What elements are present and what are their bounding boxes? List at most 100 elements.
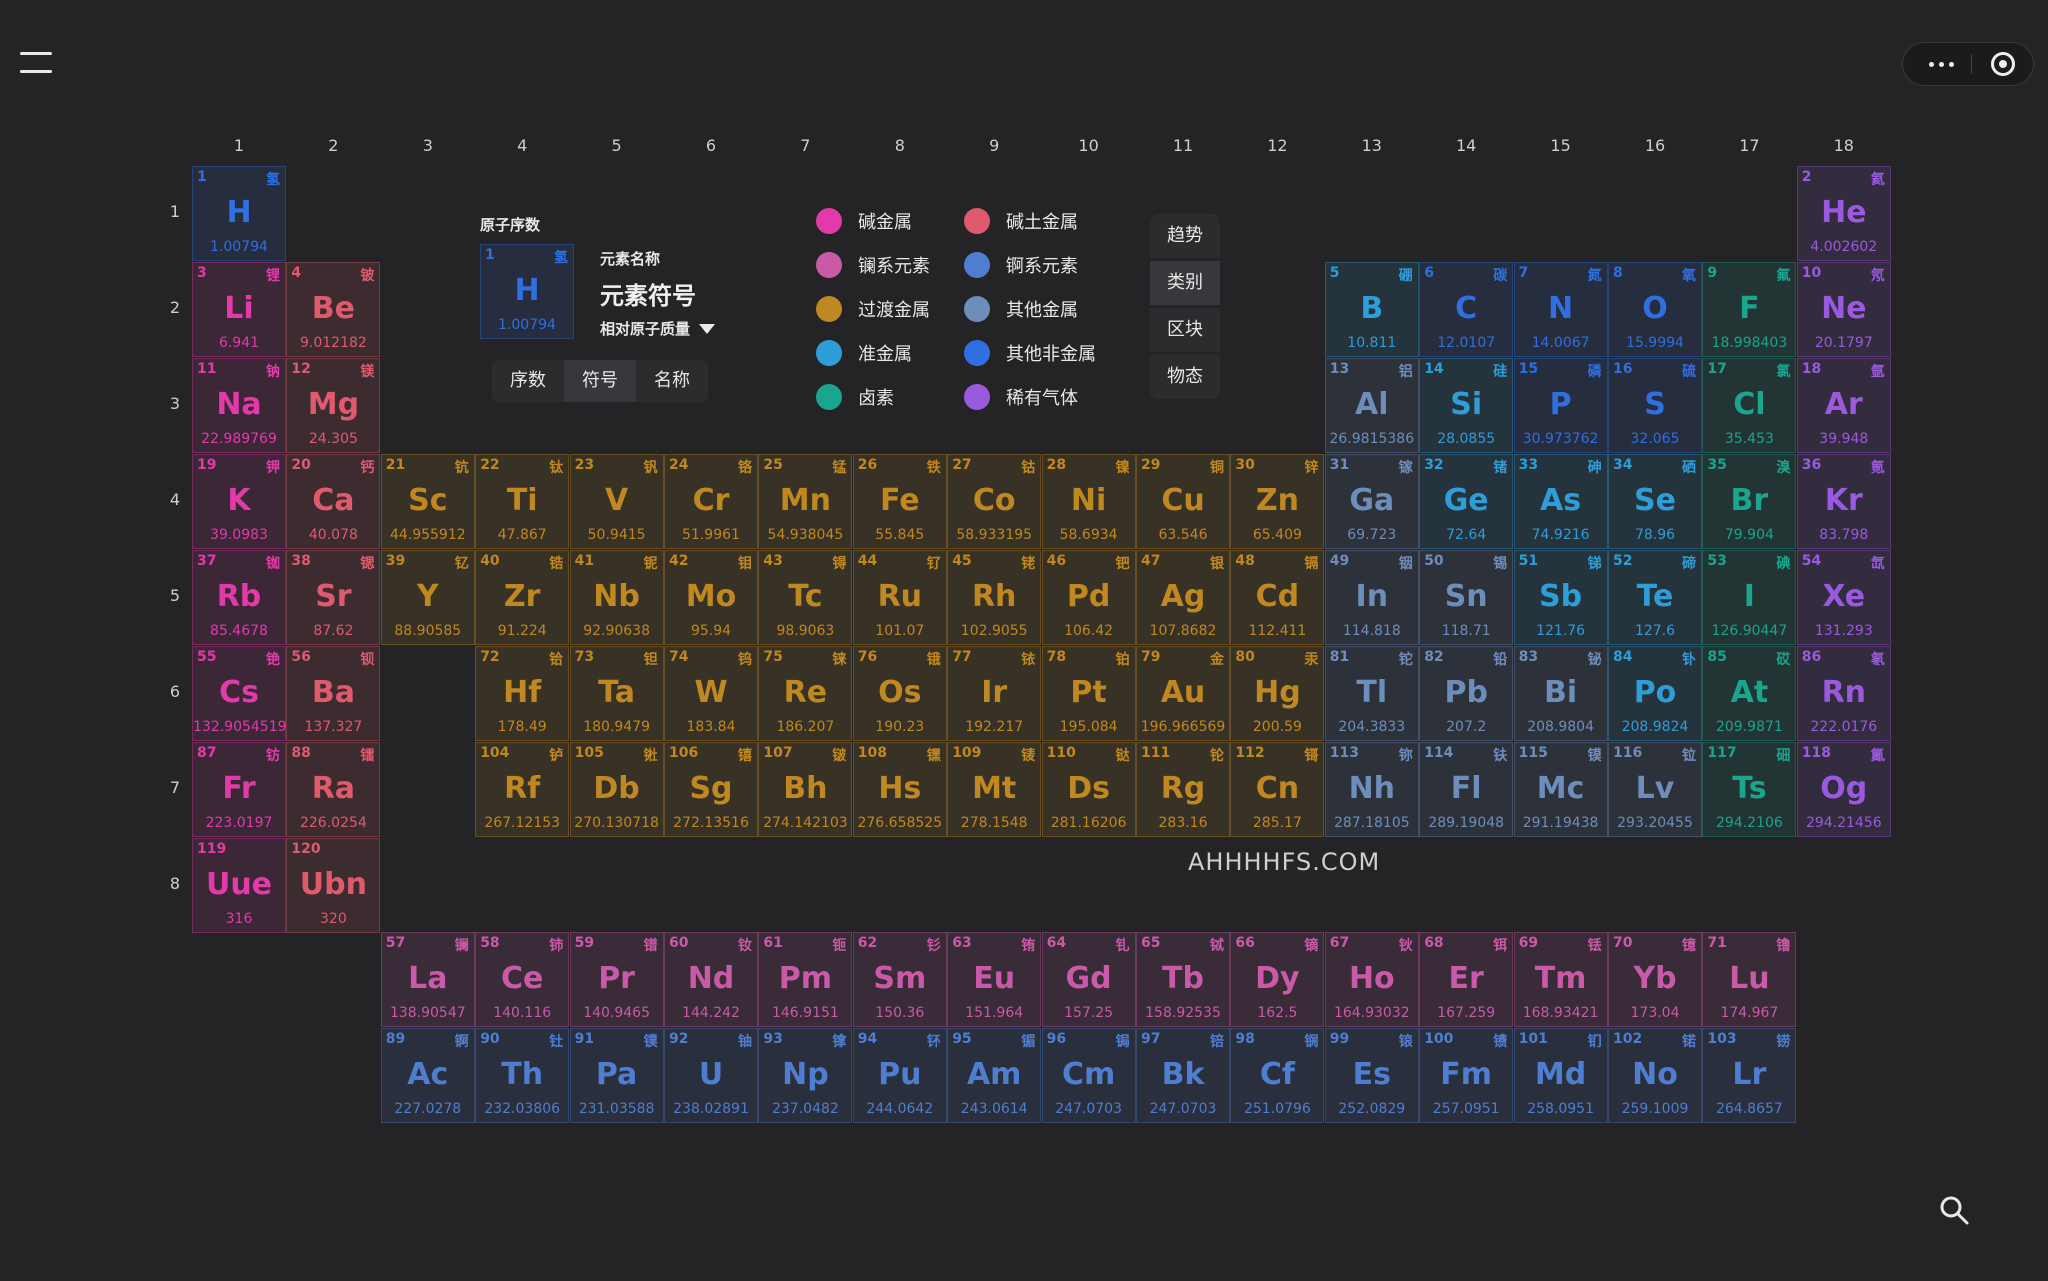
element-cell-os[interactable]: 76 锇 Os 190.23 (852, 646, 947, 741)
element-cell-o[interactable]: 8 氧 O 15.9994 (1608, 262, 1702, 357)
element-cell-fe[interactable]: 26 铁 Fe 55.845 (852, 454, 947, 549)
element-cell-si[interactable]: 14 硅 Si 28.0855 (1419, 358, 1514, 453)
element-cell-pu[interactable]: 94 钚 Pu 244.0642 (852, 1028, 947, 1123)
element-cell-te[interactable]: 52 碲 Te 127.6 (1608, 550, 1702, 645)
element-cell-nd[interactable]: 60 钕 Nd 144.242 (664, 932, 758, 1027)
element-cell-he[interactable]: 2 氦 He 4.002602 (1796, 166, 1891, 261)
element-cell-db[interactable]: 105 𬭊 Db 270.130718 (569, 742, 664, 837)
legend-item-alkaline[interactable]: 碱土金属 (964, 206, 1078, 236)
element-cell-mg[interactable]: 12 镁 Mg 24.305 (286, 358, 381, 453)
mass-dropdown[interactable]: 相对原子质量 (600, 318, 716, 339)
element-cell-uue[interactable]: 119 Uue 316 (192, 838, 286, 933)
element-cell-hs[interactable]: 108 𬭶 Hs 276.658525 (852, 742, 947, 837)
element-cell-pa[interactable]: 91 镤 Pa 231.03588 (569, 1028, 664, 1123)
element-cell-sg[interactable]: 106 𬭳 Sg 272.13516 (664, 742, 758, 837)
element-cell-y[interactable]: 39 钇 Y 88.90585 (380, 550, 475, 645)
element-cell-pm[interactable]: 61 钷 Pm 146.9151 (758, 932, 853, 1027)
legend-item-halogen[interactable]: 卤素 (816, 382, 894, 412)
element-cell-b[interactable]: 5 硼 B 10.811 (1324, 262, 1419, 357)
element-cell-fr[interactable]: 87 钫 Fr 223.0197 (192, 742, 286, 837)
element-cell-rn[interactable]: 86 氡 Rn 222.0176 (1796, 646, 1891, 741)
element-cell-am[interactable]: 95 镅 Am 243.0614 (947, 1028, 1042, 1123)
element-cell-sb[interactable]: 51 锑 Sb 121.76 (1513, 550, 1608, 645)
element-cell-cu[interactable]: 29 铜 Cu 63.546 (1136, 454, 1230, 549)
element-cell-se[interactable]: 34 硒 Se 78.96 (1608, 454, 1702, 549)
element-cell-ca[interactable]: 20 钙 Ca 40.078 (286, 454, 381, 549)
element-cell-al[interactable]: 13 铝 Al 26.9815386 (1324, 358, 1419, 453)
element-cell-es[interactable]: 99 锿 Es 252.0829 (1324, 1028, 1419, 1123)
element-cell-ra[interactable]: 88 镭 Ra 226.0254 (286, 742, 381, 837)
element-cell-at[interactable]: 85 砹 At 209.9871 (1702, 646, 1797, 741)
element-cell-tc[interactable]: 43 锝 Tc 98.9063 (758, 550, 853, 645)
element-cell-ds[interactable]: 110 𫟼 Ds 281.16206 (1041, 742, 1136, 837)
element-cell-zn[interactable]: 30 锌 Zn 65.409 (1230, 454, 1325, 549)
element-cell-th[interactable]: 90 钍 Th 232.03806 (475, 1028, 570, 1123)
element-cell-sc[interactable]: 21 钪 Sc 44.955912 (380, 454, 475, 549)
element-cell-lu[interactable]: 71 镥 Lu 174.967 (1702, 932, 1797, 1027)
legend-item-nonmetal[interactable]: 其他非金属 (964, 338, 1096, 368)
element-cell-fm[interactable]: 100 镄 Fm 257.0951 (1419, 1028, 1514, 1123)
element-cell-og[interactable]: 118 鿫 Og 294.21456 (1796, 742, 1891, 837)
legend-item-noble[interactable]: 稀有气体 (964, 382, 1078, 412)
element-cell-tl[interactable]: 81 铊 Tl 204.3833 (1324, 646, 1419, 741)
element-cell-kr[interactable]: 36 氪 Kr 83.798 (1796, 454, 1891, 549)
legend-item-post[interactable]: 其他金属 (964, 294, 1078, 324)
element-cell-hg[interactable]: 80 汞 Hg 200.59 (1230, 646, 1325, 741)
legend-item-lanthanide[interactable]: 镧系元素 (816, 250, 930, 280)
legend-item-transition[interactable]: 过渡金属 (816, 294, 930, 324)
view-mode-button[interactable]: 物态 (1150, 355, 1220, 399)
element-cell-sr[interactable]: 38 锶 Sr 87.62 (286, 550, 381, 645)
element-cell-ac[interactable]: 89 锕 Ac 227.0278 (380, 1028, 475, 1123)
display-tab[interactable]: 序数 (492, 360, 564, 402)
element-cell-ag[interactable]: 47 银 Ag 107.8682 (1136, 550, 1230, 645)
element-cell-tm[interactable]: 69 铥 Tm 168.93421 (1513, 932, 1608, 1027)
element-cell-md[interactable]: 101 钔 Md 258.0951 (1513, 1028, 1608, 1123)
element-cell-cr[interactable]: 24 铬 Cr 51.9961 (664, 454, 758, 549)
element-cell-ne[interactable]: 10 氖 Ne 20.1797 (1796, 262, 1891, 357)
element-cell-f[interactable]: 9 氟 F 18.998403 (1702, 262, 1797, 357)
element-cell-in[interactable]: 49 铟 In 114.818 (1324, 550, 1419, 645)
legend-item-alkali[interactable]: 碱金属 (816, 206, 912, 236)
element-cell-h[interactable]: 1 氢 H 1.00794 (192, 166, 286, 261)
element-cell-no[interactable]: 102 锘 No 259.1009 (1608, 1028, 1702, 1123)
element-cell-gd[interactable]: 64 钆 Gd 157.25 (1041, 932, 1136, 1027)
element-cell-ta[interactable]: 73 钽 Ta 180.9479 (569, 646, 664, 741)
element-cell-bk[interactable]: 97 锫 Bk 247.0703 (1136, 1028, 1230, 1123)
element-cell-i[interactable]: 53 碘 I 126.90447 (1702, 550, 1797, 645)
element-cell-k[interactable]: 19 钾 K 39.0983 (192, 454, 286, 549)
element-cell-rf[interactable]: 104 𬬻 Rf 267.12153 (475, 742, 570, 837)
element-cell-ti[interactable]: 22 钛 Ti 47.867 (475, 454, 570, 549)
element-cell-na[interactable]: 11 钠 Na 22.989769 (192, 358, 286, 453)
display-tab[interactable]: 名称 (636, 360, 708, 402)
element-cell-pr[interactable]: 59 镨 Pr 140.9465 (569, 932, 664, 1027)
element-cell-cd[interactable]: 48 镉 Cd 112.411 (1230, 550, 1325, 645)
element-cell-ubn[interactable]: 120 Ubn 320 (286, 838, 381, 933)
element-cell-ce[interactable]: 58 铈 Ce 140.116 (475, 932, 570, 1027)
element-cell-cf[interactable]: 98 锎 Cf 251.0796 (1230, 1028, 1325, 1123)
element-cell-eu[interactable]: 63 铕 Eu 151.964 (947, 932, 1042, 1027)
menu-button[interactable] (20, 52, 52, 74)
element-cell-pd[interactable]: 46 钯 Pd 106.42 (1041, 550, 1136, 645)
element-cell-lr[interactable]: 103 铹 Lr 264.8657 (1702, 1028, 1797, 1123)
element-cell-pb[interactable]: 82 铅 Pb 207.2 (1419, 646, 1514, 741)
element-cell-tb[interactable]: 65 铽 Tb 158.92535 (1136, 932, 1230, 1027)
element-cell-cn[interactable]: 112 鿔 Cn 285.17 (1230, 742, 1325, 837)
element-cell-au[interactable]: 79 金 Au 196.966569 (1136, 646, 1230, 741)
element-cell-ni[interactable]: 28 镍 Ni 58.6934 (1041, 454, 1136, 549)
element-cell-cl[interactable]: 17 氯 Cl 35.453 (1702, 358, 1797, 453)
element-cell-n[interactable]: 7 氮 N 14.0067 (1513, 262, 1608, 357)
element-cell-yb[interactable]: 70 镱 Yb 173.04 (1608, 932, 1702, 1027)
element-cell-zr[interactable]: 40 锆 Zr 91.224 (475, 550, 570, 645)
element-cell-ge[interactable]: 32 锗 Ge 72.64 (1419, 454, 1514, 549)
element-cell-cm[interactable]: 96 锔 Cm 247.0703 (1041, 1028, 1136, 1123)
element-cell-rb[interactable]: 37 铷 Rb 85.4678 (192, 550, 286, 645)
element-cell-mt[interactable]: 109 鿏 Mt 278.1548 (947, 742, 1042, 837)
element-cell-br[interactable]: 35 溴 Br 79.904 (1702, 454, 1797, 549)
element-cell-bi[interactable]: 83 铋 Bi 208.9804 (1513, 646, 1608, 741)
element-cell-ho[interactable]: 67 钬 Ho 164.93032 (1324, 932, 1419, 1027)
element-cell-rg[interactable]: 111 𬬭 Rg 283.16 (1136, 742, 1230, 837)
element-cell-ba[interactable]: 56 钡 Ba 137.327 (286, 646, 381, 741)
element-cell-be[interactable]: 4 铍 Be 9.012182 (286, 262, 381, 357)
element-cell-mc[interactable]: 115 镆 Mc 291.19438 (1513, 742, 1608, 837)
view-mode-button[interactable]: 趋势 (1150, 214, 1220, 258)
